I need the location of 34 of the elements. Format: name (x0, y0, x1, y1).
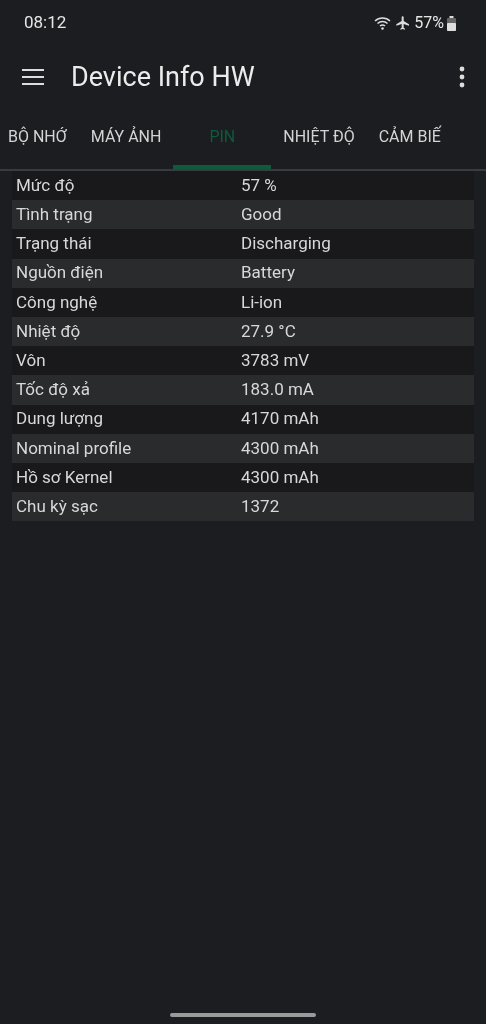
row-label: Nguồn điện (15, 261, 105, 285)
row-label: Hồ sơ Kernel (15, 465, 114, 489)
row-value: 57 % (241, 173, 277, 197)
tab[interactable]: BỘ NHỚ (0, 109, 79, 169)
battery-percent: 57% (414, 12, 444, 34)
row-label: Nominal profile (15, 436, 133, 460)
row-value: 27.9 °C (241, 319, 296, 343)
row-label: Công nghệ (15, 290, 99, 314)
row-value: 183.0 mA (241, 378, 314, 402)
app-title: Device Info HW (71, 59, 256, 95)
tab[interactable]: MÁY ẢNH (78, 109, 174, 169)
tab[interactable]: NHIỆT ĐỘ (271, 109, 367, 169)
status-time: 08:12 (24, 11, 67, 35)
row-value: 4170 mAh (241, 407, 319, 431)
row-value: Discharging (241, 232, 331, 256)
row-label: Chu kỳ sạc (15, 494, 99, 518)
row-label: Tình trạng (15, 203, 94, 227)
row-label: Trạng thái (15, 232, 93, 256)
row-value: 1372 (241, 494, 280, 518)
row-value: Battery (241, 261, 295, 285)
row-label: Nhiệt độ (15, 319, 82, 343)
row-value: 4300 mAh (241, 465, 319, 489)
row-label: Tốc độ xả (15, 378, 91, 402)
row-value: 3783 mV (241, 348, 310, 372)
row-label: Mức độ (15, 173, 76, 197)
row-value: Li-ion (241, 290, 283, 314)
battery-icon (447, 15, 456, 31)
tab[interactable]: CẢM BIẾ (366, 109, 441, 169)
row-value: 4300 mAh (241, 436, 319, 460)
row-label: Dung lượng (15, 407, 104, 431)
airplane-icon (395, 15, 412, 31)
row-label: Vôn (15, 348, 47, 372)
wifi-icon (374, 16, 393, 30)
row-value: Good (241, 203, 282, 227)
